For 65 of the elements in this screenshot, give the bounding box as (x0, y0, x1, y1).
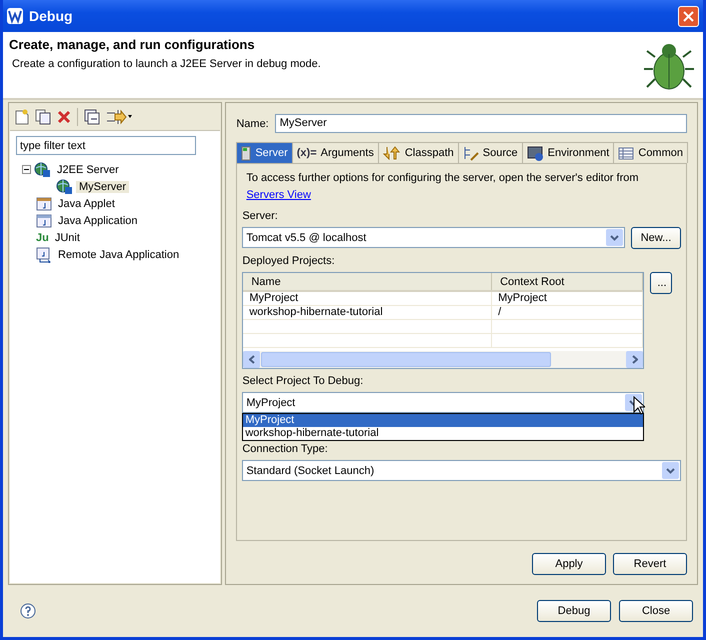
tree-item[interactable]: JUnit (52, 232, 83, 244)
tree-item[interactable]: MyServer (76, 180, 130, 192)
application-icon (36, 214, 52, 228)
dropdown-option[interactable]: MyProject (243, 414, 644, 427)
duplicate-icon[interactable] (35, 108, 51, 124)
tree-item[interactable]: Java Applet (55, 198, 118, 210)
tab[interactable]: Common (613, 142, 688, 163)
tab[interactable]: Classpath (378, 142, 459, 163)
collapse-all-icon[interactable] (84, 108, 100, 124)
table-cell: MyProject (492, 292, 644, 305)
applet-icon (36, 196, 52, 210)
column-header[interactable]: Name (243, 273, 492, 290)
table-cell: workshop-hibernate-tutorial (243, 306, 492, 319)
tab[interactable]: Server (236, 142, 293, 163)
minus-icon (24, 167, 29, 172)
source-icon (462, 146, 479, 160)
tab[interactable]: Environment (522, 142, 614, 163)
dialog-button[interactable]: Debug (537, 600, 611, 622)
name-label: Name: (236, 118, 269, 130)
window-title: Debug (29, 8, 74, 24)
table-cell: / (492, 306, 644, 319)
tree-item[interactable]: Java Application (55, 214, 140, 226)
arrows-icon (382, 146, 401, 160)
filter-field[interactable]: type filter text (16, 136, 196, 155)
help-icon[interactable] (20, 603, 36, 619)
collapse-toggle[interactable] (22, 165, 31, 174)
connection-type-dropdown[interactable]: Standard (Socket Launch) (242, 460, 681, 481)
header-title: Create, manage, and run configurations (9, 37, 256, 52)
dialog-button[interactable]: Close (619, 600, 693, 622)
server-dropdown[interactable]: Tomcat v5.5 @ localhost (242, 227, 625, 248)
panel-button[interactable]: Apply (532, 553, 606, 575)
connection-type-label: Connection Type: (242, 443, 329, 455)
remote-application-icon (36, 246, 52, 262)
name-field[interactable]: MyServer (274, 114, 687, 133)
info-text: To access further options for configuring the server, open the server's editor from (245, 172, 640, 184)
variables-icon: (x)= (296, 147, 317, 159)
project-dropdown[interactable]: MyProject (242, 392, 644, 413)
app-logo-icon (7, 8, 23, 24)
column-header[interactable]: Context Root (492, 273, 644, 290)
servers-view-link[interactable]: Servers View (242, 189, 311, 201)
globe-icon (34, 162, 51, 178)
server-label: Server: (242, 210, 279, 222)
tree-item[interactable]: J2EE Server (54, 164, 122, 176)
new-button[interactable]: New... (631, 227, 681, 249)
chevron-down-icon (666, 468, 675, 474)
environment-icon (526, 146, 544, 160)
junit-icon: Ju (36, 232, 49, 244)
select-project-label: Select Project To Debug: (242, 375, 364, 387)
browse-button[interactable]: ... (650, 272, 672, 294)
close-button[interactable] (678, 6, 699, 26)
panel-button[interactable]: Revert (613, 553, 687, 575)
horizontal-scrollbar[interactable] (243, 351, 644, 368)
new-configuration-icon[interactable] (15, 108, 29, 124)
table-icon (618, 146, 634, 160)
chevron-down-icon (610, 234, 619, 240)
tree-item[interactable]: Remote Java Application (55, 248, 182, 260)
tab[interactable]: Source (458, 142, 523, 163)
globe-icon (56, 178, 73, 194)
table-cell: MyProject (243, 292, 492, 305)
deployed-projects-label: Deployed Projects: (242, 255, 336, 267)
filter-icon[interactable] (106, 108, 132, 124)
delete-icon[interactable] (57, 110, 71, 124)
server-icon (241, 146, 252, 160)
header-description: Create a configuration to launch a J2EE Server in debug mode. (11, 58, 322, 70)
close-icon (683, 10, 694, 22)
